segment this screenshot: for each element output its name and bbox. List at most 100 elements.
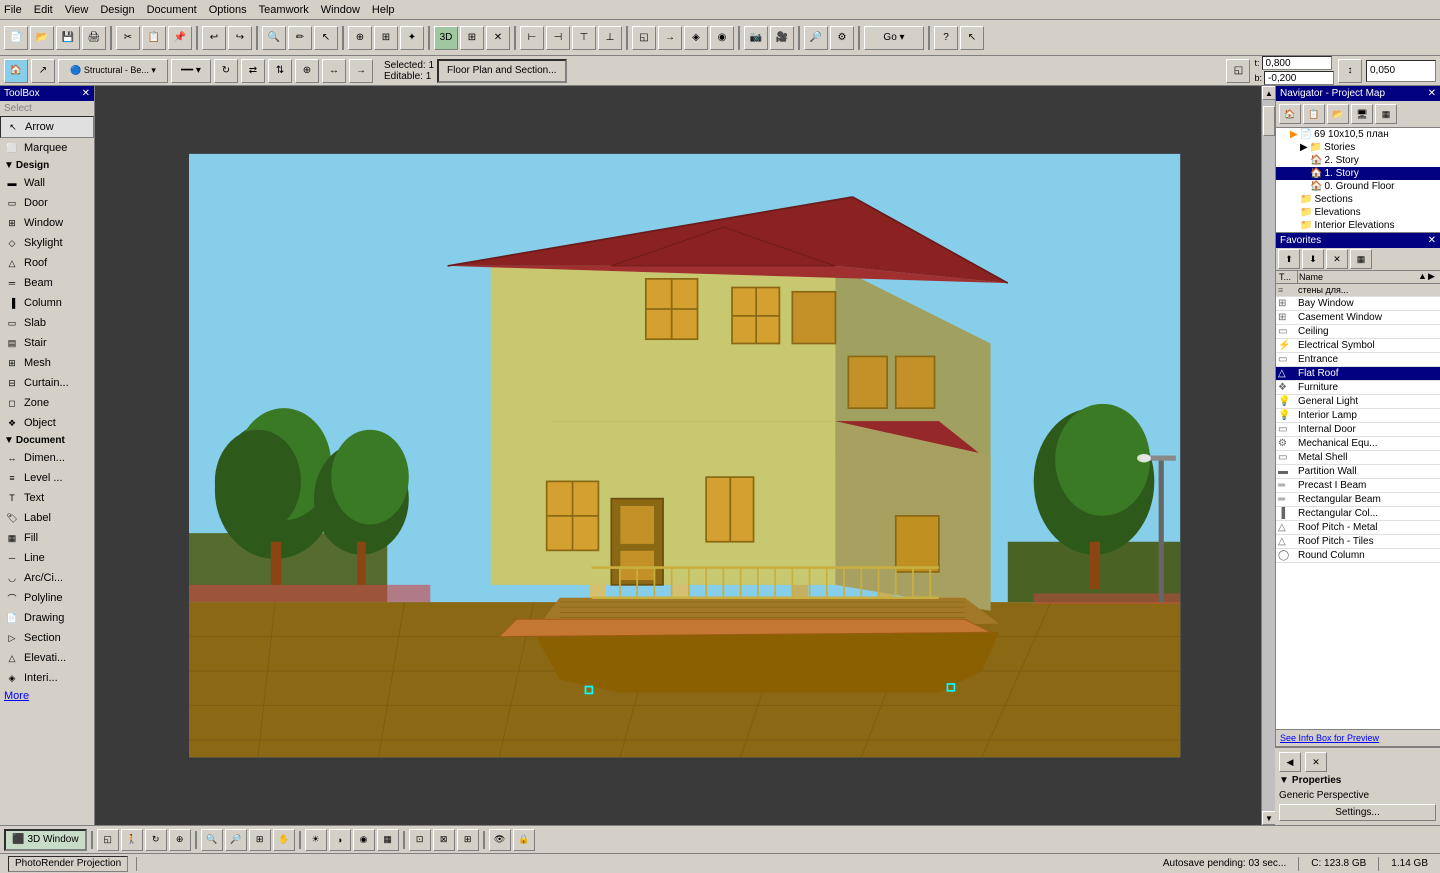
fav-btn-3[interactable]: ✕	[1326, 249, 1348, 269]
render-btn[interactable]: ◉	[710, 26, 734, 50]
zoom-in-btn[interactable]: 🔍	[201, 829, 223, 851]
fav-item-precast-beam[interactable]: ═ Precast I Beam	[1276, 479, 1440, 493]
print-button[interactable]: 🖨	[82, 26, 106, 50]
magic-button[interactable]: ✦	[400, 26, 424, 50]
toolbox-design-section[interactable]: ▼ Design	[0, 158, 94, 173]
fav-item-mechanical[interactable]: ⚙ Mechanical Equ...	[1276, 437, 1440, 451]
align-c[interactable]: ⊣	[546, 26, 570, 50]
sun-btn[interactable]: ☀	[305, 829, 327, 851]
toolbox-section[interactable]: ▷ Section	[0, 628, 94, 648]
shadow-btn[interactable]: ◑	[329, 829, 351, 851]
align-r[interactable]: ⊤	[572, 26, 596, 50]
fav-item-bay-window[interactable]: ⊞ Bay Window	[1276, 297, 1440, 311]
paste-button[interactable]: 📌	[168, 26, 192, 50]
menu-window[interactable]: Window	[321, 4, 360, 16]
fav-item-roof-metal[interactable]: △ Roof Pitch - Metal	[1276, 521, 1440, 535]
toolbox-stair[interactable]: ▤ Stair	[0, 333, 94, 353]
select-all-btn[interactable]: ⊡	[409, 829, 431, 851]
menu-document[interactable]: Document	[147, 4, 197, 16]
material-btn[interactable]: ▦	[377, 829, 399, 851]
toolbox-arc[interactable]: ◡ Arc/Ci...	[0, 568, 94, 588]
toolbox-polyline[interactable]: ⌒ Polyline	[0, 588, 94, 608]
props-close-icon[interactable]: ✕	[1305, 752, 1327, 772]
navigator-close-icon[interactable]: ✕	[1428, 88, 1436, 99]
align-l[interactable]: ⊢	[520, 26, 544, 50]
fav-btn-2[interactable]: ⬇	[1302, 249, 1324, 269]
redo-button[interactable]: ↪	[228, 26, 252, 50]
fav-item-flat-roof[interactable]: △ Flat Roof	[1276, 367, 1440, 381]
toolbox-window[interactable]: ⊞ Window	[0, 213, 94, 233]
toolbox-slab[interactable]: ▭ Slab	[0, 313, 94, 333]
fav-item-interior-lamp[interactable]: 💡 Interior Lamp	[1276, 409, 1440, 423]
fav-sort2-icon[interactable]: ▶	[1428, 271, 1438, 283]
fav-item-roof-tiles[interactable]: △ Roof Pitch - Tiles	[1276, 535, 1440, 549]
right-coord-input[interactable]	[1366, 60, 1436, 82]
toolbox-drawing[interactable]: 📄 Drawing	[0, 608, 94, 628]
camera-button[interactable]: 📷	[744, 26, 768, 50]
move-btn[interactable]: →	[349, 59, 373, 83]
menu-edit[interactable]: Edit	[34, 4, 53, 16]
fav-item-partition-wall[interactable]: ▬ Partition Wall	[1276, 465, 1440, 479]
tree-item-sections[interactable]: 📁 Sections	[1276, 193, 1440, 206]
3d-icon-btn[interactable]: ◱	[1226, 59, 1250, 83]
see-info-link[interactable]: See Info Box for Preview	[1276, 729, 1440, 746]
menu-design[interactable]: Design	[100, 4, 134, 16]
pan-btn[interactable]: ✋	[273, 829, 295, 851]
tree-item-interior-elev[interactable]: 📁 Interior Elevations	[1276, 219, 1440, 232]
zoom2-btn[interactable]: ⊕	[295, 59, 319, 83]
tree-item-story1[interactable]: 🏠 1. Story	[1276, 167, 1440, 180]
fav-item-casement-window[interactable]: ⊞ Casement Window	[1276, 311, 1440, 325]
guide-button[interactable]: ⊞	[374, 26, 398, 50]
stretch-btn[interactable]: ↔	[322, 59, 346, 83]
layer-btn[interactable]: ━━ ▾	[171, 59, 211, 83]
toolbox-wall[interactable]: ▬ Wall	[0, 173, 94, 193]
fav-item-general-light[interactable]: 💡 General Light	[1276, 395, 1440, 409]
toolbox-roof[interactable]: △ Roof	[0, 253, 94, 273]
toolbox-document-section[interactable]: ▼ Document	[0, 433, 94, 448]
scroll-down-button[interactable]: ▼	[1262, 811, 1275, 825]
settings-tb[interactable]: ⚙	[830, 26, 854, 50]
menu-teamwork[interactable]: Teamwork	[259, 4, 309, 16]
fav-item-entrance[interactable]: ▭ Entrance	[1276, 353, 1440, 367]
fit-btn[interactable]: ⊞	[249, 829, 271, 851]
menu-help[interactable]: Help	[372, 4, 395, 16]
toolbox-text[interactable]: T Text	[0, 488, 94, 508]
toolbox-line[interactable]: ─ Line	[0, 548, 94, 568]
pointer2-tb[interactable]: ↖	[960, 26, 984, 50]
orbit-btn[interactable]: ⊕	[169, 829, 191, 851]
menu-view[interactable]: View	[65, 4, 89, 16]
align-t[interactable]: ⊥	[598, 26, 622, 50]
fav-item-round-col[interactable]: ◯ Round Column	[1276, 549, 1440, 563]
nav-btn-1[interactable]: 🏠	[1279, 104, 1301, 124]
zoom-out-btn[interactable]: 🔎	[225, 829, 247, 851]
view-arrow[interactable]: →	[658, 26, 682, 50]
toolbox-door[interactable]: ▭ Door	[0, 193, 94, 213]
3d-window-mode-btn[interactable]: ⬛ 3D Window	[4, 829, 87, 851]
toolbox-label[interactable]: 🏷 Label	[0, 508, 94, 528]
grid-button[interactable]: ⊞	[460, 26, 484, 50]
floor-plan-button[interactable]: Floor Plan and Section...	[437, 59, 567, 83]
toolbox-column[interactable]: ▐ Column	[0, 293, 94, 313]
toolbox-more[interactable]: More	[0, 688, 94, 704]
floor-icon-btn[interactable]: 🏠	[4, 59, 28, 83]
nav-btn-2[interactable]: 📋	[1303, 104, 1325, 124]
fav-item-ceiling[interactable]: ▭ Ceiling	[1276, 325, 1440, 339]
canvas-area[interactable]: ▲ ▼	[95, 86, 1275, 825]
cam2-button[interactable]: 🎥	[770, 26, 794, 50]
toolbox-arrow[interactable]: ↖ Arrow	[0, 116, 94, 138]
tree-item-stories[interactable]: ▶ 📁 Stories	[1276, 141, 1440, 154]
flip-btn[interactable]: ⇄	[241, 59, 265, 83]
save-button[interactable]: 💾	[56, 26, 80, 50]
pointer-button[interactable]: ↖	[314, 26, 338, 50]
toolbox-zone[interactable]: ◻ Zone	[0, 393, 94, 413]
mirror-btn[interactable]: ⇅	[268, 59, 292, 83]
toolbox-curtain[interactable]: ⊟ Curtain...	[0, 373, 94, 393]
toolbox-level[interactable]: ≡ Level ...	[0, 468, 94, 488]
height-icon-btn[interactable]: ↕	[1338, 59, 1362, 83]
lock-btn[interactable]: 🔒	[513, 829, 535, 851]
fav-btn-4[interactable]: ▦	[1350, 249, 1372, 269]
settings-button[interactable]: Settings...	[1279, 804, 1436, 821]
toolbox-interior[interactable]: ◈ Interi...	[0, 668, 94, 688]
cut-button[interactable]: ✂	[116, 26, 140, 50]
fav-item-metal-shell[interactable]: ▭ Metal Shell	[1276, 451, 1440, 465]
